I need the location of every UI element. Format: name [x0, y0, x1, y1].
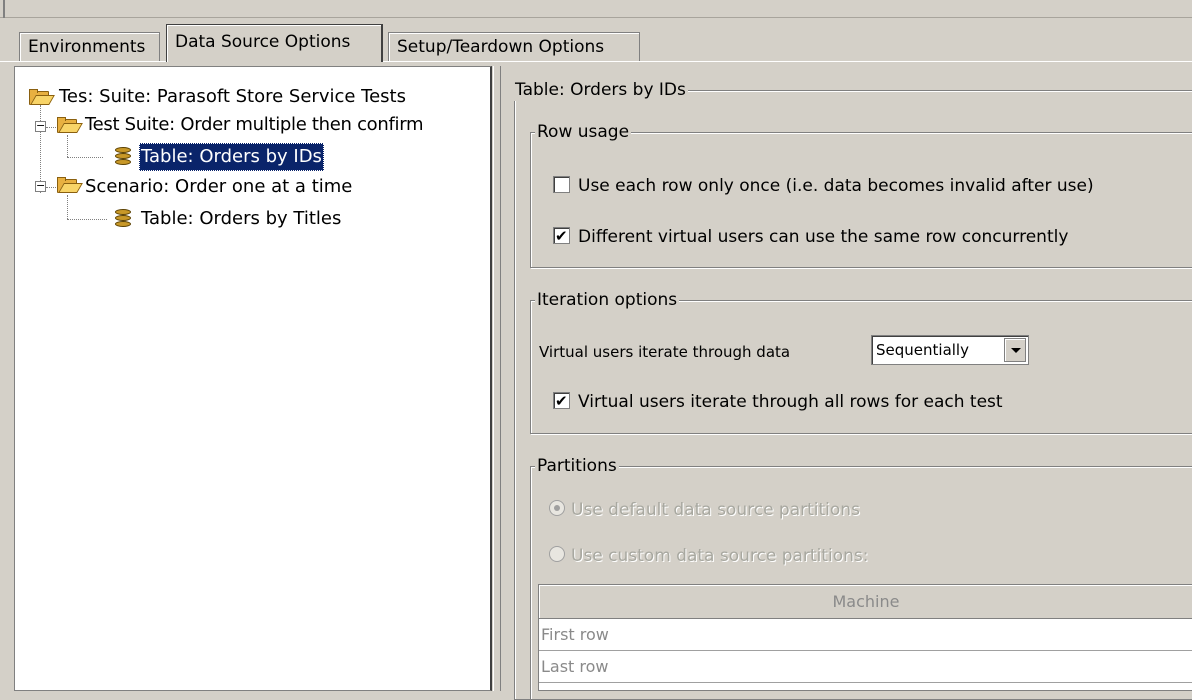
radio-button[interactable]: [549, 500, 565, 516]
iteration-mode-select[interactable]: Sequentially: [871, 335, 1029, 365]
folder-icon: [57, 117, 83, 133]
tree-item-orders-by-titles[interactable]: Table: Orders by Titles: [139, 205, 343, 233]
table-row[interactable]: Last row: [539, 651, 1192, 683]
tree-connector: [67, 195, 68, 219]
tab-setup-teardown-options[interactable]: Setup/Teardown Options: [388, 32, 640, 62]
row-usage-title: Row usage: [535, 121, 632, 143]
tab-label: Environments: [28, 37, 146, 57]
tree-connector: [67, 219, 107, 220]
checkbox-label: Virtual users iterate through all rows f…: [578, 392, 1003, 412]
collapse-icon[interactable]: −: [35, 120, 46, 132]
checkbox-box[interactable]: [553, 223, 570, 249]
default-partitions-radio[interactable]: Use default data source partitions: [549, 497, 860, 523]
partitions-table[interactable]: Machine First row Last row: [538, 584, 1192, 691]
select-value: Sequentially: [876, 341, 969, 359]
tab-data-source-options[interactable]: Data Source Options: [166, 24, 382, 62]
tab-environments[interactable]: Environments: [19, 32, 160, 62]
checkbox-label: Different virtual users can use the same…: [578, 227, 1069, 247]
checkbox-box[interactable]: [553, 388, 570, 414]
database-table-icon: [115, 209, 131, 229]
top-strip: [0, 0, 1192, 18]
tree-connector: [46, 187, 56, 188]
tree-item-label: Table: Orders by IDs: [139, 143, 324, 171]
top-strip-edge: [3, 0, 5, 18]
tab-label: Setup/Teardown Options: [397, 37, 605, 57]
folder-icon: [57, 177, 83, 193]
tab-bar: Environments Data Source Options Setup/T…: [0, 22, 1192, 62]
tree-item-label: Scenario: Order one at a time: [85, 176, 353, 197]
tree-item-orders-by-ids[interactable]: Table: Orders by IDs: [139, 143, 324, 171]
custom-partitions-radio[interactable]: Use custom data source partitions:: [549, 543, 868, 569]
row-usage-group: Row usage Use each row only once (i.e. d…: [530, 121, 1192, 268]
folder-icon: [29, 89, 55, 105]
iteration-options-title: Iteration options: [535, 289, 680, 311]
tree-item-label: Tes: Suite: Parasoft Store Service Tests: [59, 86, 406, 107]
details-title: Table: Orders by IDs: [513, 79, 688, 101]
tree-item-root[interactable]: Tes: Suite: Parasoft Store Service Tests: [57, 83, 408, 111]
database-table-icon: [115, 147, 131, 167]
partitions-title: Partitions: [535, 455, 619, 477]
tree-connector: [67, 157, 103, 158]
tab-label: Data Source Options: [175, 32, 351, 52]
tree-connector: [46, 127, 56, 128]
checkbox-label: Use each row only once (i.e. data become…: [578, 176, 1094, 196]
collapse-icon[interactable]: −: [35, 180, 46, 192]
tree-panel[interactable]: Tes: Suite: Parasoft Store Service Tests…: [14, 66, 492, 691]
column-header-machine[interactable]: Machine: [539, 585, 1192, 619]
use-row-once-checkbox[interactable]: Use each row only once (i.e. data become…: [553, 173, 1094, 199]
tree-item-label: Table: Orders by Titles: [141, 208, 342, 229]
iterate-label: Virtual users iterate through data: [539, 343, 791, 361]
checkbox-box[interactable]: [553, 175, 570, 193]
concurrent-row-checkbox[interactable]: Different virtual users can use the same…: [553, 223, 1069, 250]
splitter[interactable]: [493, 66, 501, 691]
radio-label: Use custom data source partitions:: [571, 546, 869, 566]
tree-item-label: Test Suite: Order multiple then confirm: [85, 114, 424, 135]
iterate-all-rows-checkbox[interactable]: Virtual users iterate through all rows f…: [553, 388, 1003, 415]
radio-label: Use default data source partitions: [571, 500, 860, 520]
iteration-options-group: Iteration options Virtual users iterate …: [530, 289, 1192, 434]
tree-connector: [67, 135, 68, 157]
tree-item-test-suite[interactable]: Test Suite: Order multiple then confirm: [83, 111, 425, 139]
table-row[interactable]: First row: [539, 619, 1192, 651]
chevron-down-icon[interactable]: [1004, 338, 1026, 362]
details-panel: Table: Orders by IDs Row usage Use each …: [502, 66, 1192, 700]
tree-item-scenario[interactable]: Scenario: Order one at a time: [83, 173, 354, 201]
radio-button[interactable]: [549, 546, 565, 562]
